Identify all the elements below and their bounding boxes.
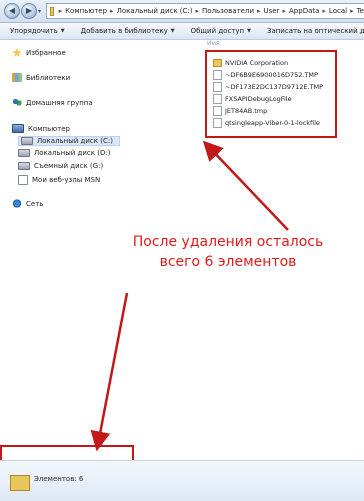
breadcrumb-separator-icon: ▸	[322, 7, 326, 15]
back-button[interactable]: ◀	[4, 3, 20, 19]
breadcrumb-user[interactable]: User	[263, 7, 281, 15]
breadcrumb-separator-icon: ▸	[257, 7, 261, 15]
sidebar-item-homegroup[interactable]: Домашняя группа	[12, 98, 93, 107]
breadcrumb-separator-icon: ▸	[58, 7, 63, 15]
sidebar-item-libraries[interactable]: Библиотеки	[12, 73, 70, 82]
sidebar-item-computer[interactable]: Компьютер	[12, 124, 70, 133]
forward-button[interactable]: ▶	[21, 3, 37, 19]
computer-icon	[12, 124, 24, 133]
breadcrumb-temp[interactable]: Te	[356, 7, 364, 15]
organize-label: Упорядочить	[10, 27, 58, 35]
annotation-text: После удаления осталось всего 6 элементо…	[132, 234, 324, 270]
share-label: Общий доступ	[190, 27, 245, 35]
sidebar-item-label: Избранное	[26, 48, 66, 57]
breadcrumb-drive-c[interactable]: Локальный диск (C:)	[116, 7, 194, 15]
recent-pages-chevron-icon[interactable]: ▾	[38, 8, 44, 15]
sidebar-item-label: Локальный диск (D:)	[34, 149, 111, 157]
breadcrumb-separator-icon: ▸	[282, 7, 287, 15]
sidebar-item-msn[interactable]: Мои веб-узлы MSN	[18, 175, 100, 185]
address-field[interactable]: ▸ Компьютер ▸ Локальный диск (C:) ▸ Поль…	[46, 3, 364, 19]
sidebar-item-label: Локальный диск (C:)	[37, 137, 113, 145]
chevron-down-icon: ▼	[170, 28, 175, 34]
breadcrumb-separator-icon: ▸	[350, 7, 354, 15]
sidebar-item-favorites[interactable]: Избранное	[12, 48, 66, 57]
chevron-down-icon: ▼	[60, 28, 65, 34]
folder-icon	[50, 6, 54, 16]
breadcrumb-computer[interactable]: Компьютер	[64, 7, 108, 15]
organize-menu-button[interactable]: Упорядочить ▼	[0, 27, 71, 35]
add-to-library-label: Добавить в библиотеку	[80, 27, 168, 35]
sidebar-item-label: Сеть	[26, 199, 44, 208]
homegroup-icon	[12, 98, 22, 107]
name-column-header[interactable]: Имя	[207, 40, 364, 48]
web-folder-icon	[18, 175, 28, 185]
breadcrumb-separator-icon: ▸	[195, 7, 200, 15]
item-count: Элементов: 6	[34, 475, 84, 483]
folder-icon	[10, 475, 30, 491]
burn-label: Записать на оптический диск	[266, 27, 364, 35]
status-bar: Элементов: 6	[0, 460, 364, 501]
breadcrumb-users[interactable]: Пользователи	[201, 7, 255, 15]
breadcrumb-appdata[interactable]: AppData	[288, 7, 320, 15]
sidebar-item-drive-d[interactable]: Локальный диск (D:)	[18, 149, 110, 157]
removable-drive-icon	[18, 162, 30, 170]
star-icon	[12, 48, 22, 57]
sidebar-item-label: Домашняя группа	[26, 98, 93, 107]
sidebar-item-label: Компьютер	[28, 124, 70, 133]
address-bar-area: ◀ ▶ ▾ ▸ Компьютер ▸ Локальный диск (C:) …	[0, 0, 364, 23]
sidebar-item-drive-g[interactable]: Съемный диск (G:)	[18, 162, 103, 170]
share-button[interactable]: Общий доступ ▼	[181, 27, 257, 35]
command-toolbar: Упорядочить ▼ Добавить в библиотеку ▼ Об…	[0, 23, 364, 40]
chevron-down-icon: ▼	[247, 28, 251, 34]
sidebar-item-label: Мои веб-узлы MSN	[32, 176, 101, 184]
network-icon	[12, 199, 22, 208]
sidebar-item-drive-c[interactable]: Локальный диск (C:)	[18, 136, 120, 146]
arrow-to-file-list	[202, 140, 289, 231]
drive-icon	[18, 149, 30, 157]
library-icon	[12, 73, 22, 82]
sidebar-item-network[interactable]: Сеть	[12, 199, 43, 208]
breadcrumb-separator-icon: ▸	[110, 7, 114, 15]
sidebar-item-label: Библиотеки	[26, 73, 71, 82]
sidebar-item-label: Съемный диск (G:)	[34, 162, 104, 170]
breadcrumb-local[interactable]: Local	[328, 7, 348, 15]
drive-icon	[21, 137, 33, 145]
add-to-library-button[interactable]: Добавить в библиотеку ▼	[71, 27, 181, 35]
file-list-highlight-box	[205, 50, 337, 138]
burn-button[interactable]: Записать на оптический диск	[257, 27, 364, 35]
